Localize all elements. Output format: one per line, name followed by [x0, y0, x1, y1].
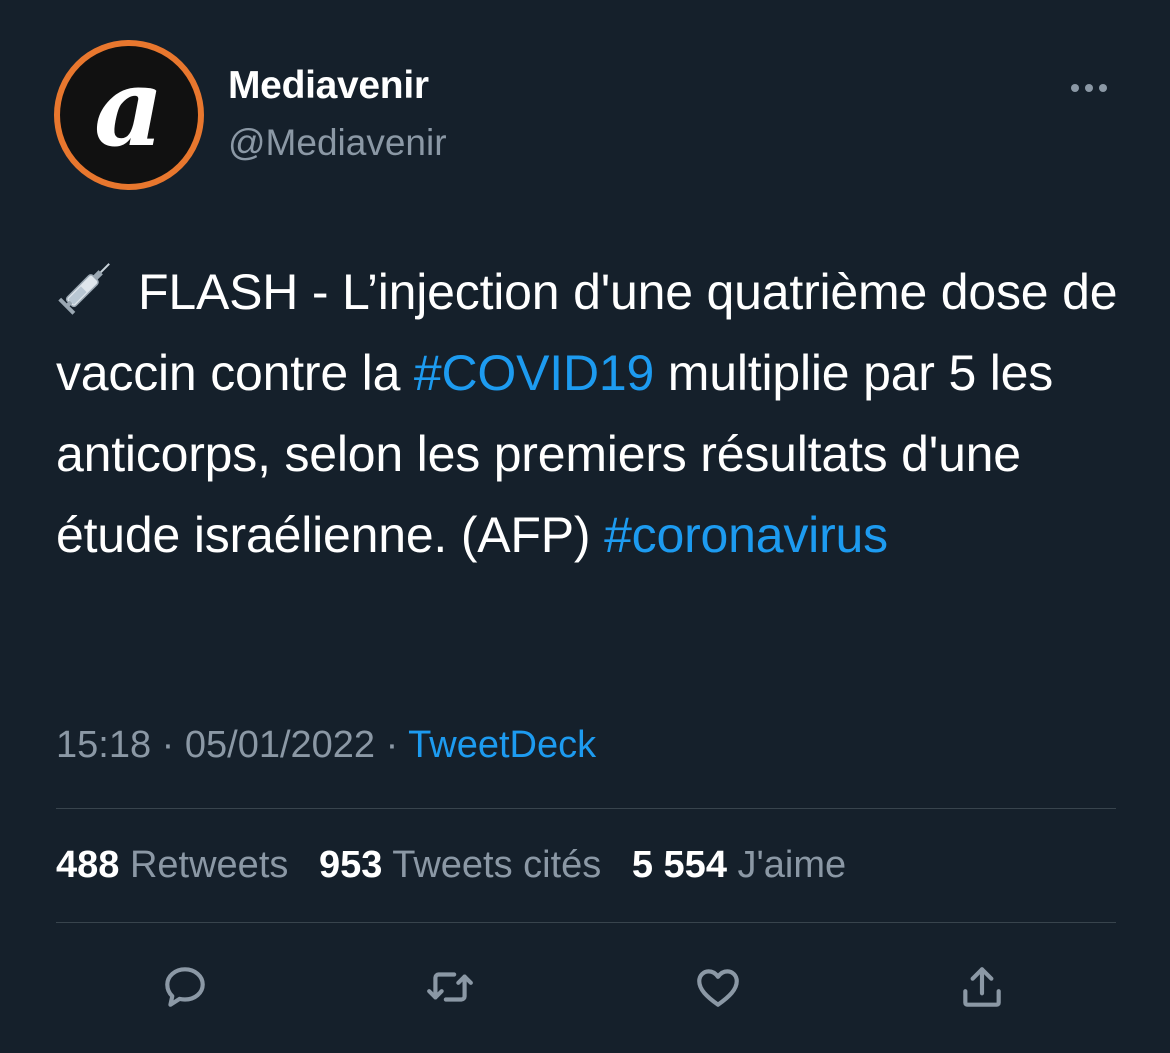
- quotes-stat[interactable]: 953 Tweets cités: [319, 844, 601, 886]
- retweets-count: 488: [56, 844, 120, 886]
- likes-stat[interactable]: 5 554 J'aime: [632, 844, 846, 886]
- retweets-label: Retweets: [129, 844, 289, 886]
- meta-separator: ·: [161, 724, 175, 766]
- share-icon: [963, 967, 1001, 1007]
- tweet-source[interactable]: TweetDeck: [408, 724, 596, 766]
- quotes-label: Tweets cités: [392, 844, 602, 886]
- divider: [56, 808, 1116, 809]
- tweet-metadata: 15:18 · 05/01/2022 · TweetDeck: [56, 724, 596, 767]
- more-options-icon[interactable]: [1071, 78, 1113, 98]
- like-icon: [697, 969, 739, 1007]
- retweet-button[interactable]: [425, 962, 475, 1012]
- likes-count: 5 554: [631, 844, 727, 886]
- share-button[interactable]: [957, 962, 1007, 1012]
- tweet-date[interactable]: 05/01/2022: [185, 724, 375, 766]
- avatar[interactable]: a: [54, 40, 204, 190]
- retweets-stat[interactable]: 488 Retweets: [56, 844, 288, 886]
- quotes-count: 953: [318, 844, 383, 886]
- hashtag-covid19[interactable]: #COVID19: [414, 345, 654, 401]
- divider: [56, 922, 1116, 923]
- hashtag-coronavirus[interactable]: #coronavirus: [604, 507, 888, 563]
- syringe-icon: [58, 263, 110, 315]
- reply-button[interactable]: [160, 962, 210, 1012]
- likes-label: J'aime: [737, 844, 847, 886]
- reply-icon: [165, 967, 205, 1007]
- tweet-time[interactable]: 15:18: [56, 724, 151, 766]
- tweet-stats: 488 Retweets 953 Tweets cités 5 554 J'ai…: [56, 844, 866, 887]
- meta-separator-2: ·: [385, 724, 399, 766]
- avatar-logo-letter: a: [94, 45, 164, 171]
- like-button[interactable]: [693, 962, 743, 1012]
- display-name[interactable]: Mediavenir: [228, 64, 429, 108]
- tweet-text: FLASH - L’injection d'une quatrième dose…: [56, 252, 1146, 576]
- retweet-icon: [427, 972, 473, 1002]
- user-handle[interactable]: @Mediavenir: [228, 122, 447, 164]
